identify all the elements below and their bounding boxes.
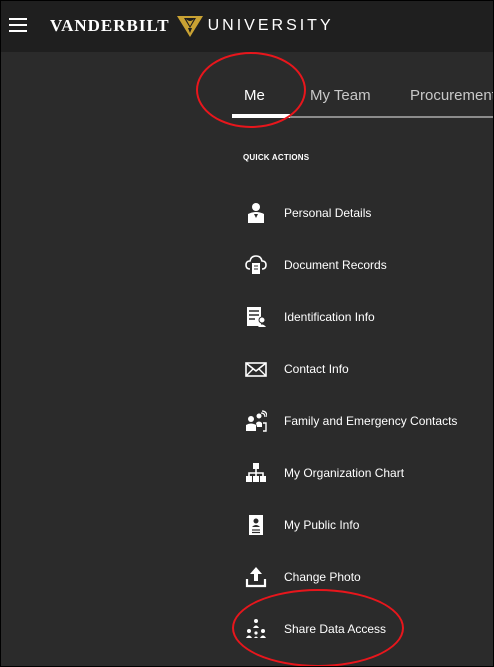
quick-action-label: Contact Info [284, 362, 349, 376]
tab-procurement[interactable]: Procurement [410, 87, 494, 104]
quick-action-identification-info[interactable]: Identification Info [244, 304, 375, 330]
tab-my-team[interactable]: My Team [310, 87, 371, 104]
vanderbilt-logo-icon [176, 16, 203, 37]
quick-action-personal-details[interactable]: Personal Details [244, 200, 371, 226]
quick-actions-heading: QUICK ACTIONS [243, 153, 310, 162]
brand-university-text: UNIVERSITY [207, 17, 334, 34]
hamburger-menu-icon[interactable] [9, 18, 27, 32]
id-document-icon [244, 305, 268, 329]
quick-action-contact-info[interactable]: Contact Info [244, 356, 349, 382]
quick-action-label: Personal Details [284, 206, 372, 220]
top-header: VANDERBILT UNIVERSITY [0, 0, 494, 52]
envelope-icon [244, 357, 268, 381]
quick-action-label: Identification Info [284, 310, 375, 324]
person-icon [244, 201, 268, 225]
brand-vanderbilt-text: VANDERBILT [50, 16, 170, 35]
family-contacts-icon [244, 409, 268, 433]
quick-action-label: Change Photo [284, 570, 361, 584]
quick-action-share-data-access[interactable]: Share Data Access [244, 616, 386, 642]
quick-action-label: Family and Emergency Contacts [284, 414, 458, 428]
public-profile-icon [244, 513, 268, 537]
cloud-document-icon [244, 253, 268, 277]
quick-action-document-records[interactable]: Document Records [244, 252, 387, 278]
quick-action-change-photo[interactable]: Change Photo [244, 564, 361, 590]
quick-action-label: My Organization Chart [284, 466, 405, 480]
quick-action-family-emergency-contacts[interactable]: Family and Emergency Contacts [244, 408, 457, 434]
active-tab-indicator [232, 114, 290, 118]
quick-action-organization-chart[interactable]: My Organization Chart [244, 460, 404, 486]
upload-icon [244, 565, 268, 589]
brand-logo[interactable]: VANDERBILT UNIVERSITY [50, 13, 334, 39]
quick-action-label: My Public Info [284, 518, 360, 532]
org-chart-icon [244, 461, 268, 485]
tab-bar: Me My Team Procurement [232, 80, 494, 120]
quick-action-label: Document Records [284, 258, 387, 272]
share-people-icon [244, 617, 268, 641]
quick-action-label: Share Data Access [284, 622, 387, 636]
quick-action-public-info[interactable]: My Public Info [244, 512, 359, 538]
tab-me[interactable]: Me [244, 87, 265, 104]
